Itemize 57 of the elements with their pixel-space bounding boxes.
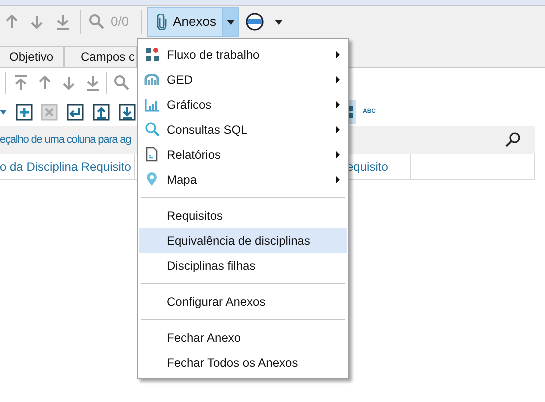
menu-item[interactable]: Gráficos	[139, 92, 347, 117]
menu-item[interactable]: Equivalência de disciplinas	[139, 228, 347, 253]
menu-item-label: Gráficos	[166, 96, 213, 114]
menu-item[interactable]: Fechar Todos os Anexos	[139, 350, 347, 375]
move-last-icon[interactable]	[86, 75, 100, 91]
record-counter: 0/0	[111, 13, 130, 32]
menu-item[interactable]: Fechar Anexo	[139, 325, 347, 350]
menu-item-label: Mapa	[166, 172, 198, 188]
submenu-arrow-icon	[336, 50, 340, 58]
move-first-icon[interactable]	[14, 75, 28, 91]
dropdown-button[interactable]	[222, 7, 240, 37]
menu-item[interactable]: Disciplinas filhas	[139, 253, 347, 278]
caret-icon	[226, 20, 235, 24]
menu-item-label: Fluxo de trabalho	[166, 46, 261, 64]
menu-item-label: Equivalência de disciplinas	[166, 232, 312, 250]
move-up-icon[interactable]	[39, 76, 51, 90]
submenu-arrow-icon	[336, 176, 340, 184]
menu-item[interactable]: Fluxo de trabalho	[139, 42, 347, 67]
download-icon[interactable]	[119, 104, 136, 120]
paperclip-icon	[157, 14, 168, 30]
menu-item[interactable]: GED	[139, 67, 347, 92]
tab[interactable]: Campos c	[64, 46, 137, 67]
menu-item-label: Consultas SQL	[166, 122, 249, 138]
menu-item[interactable]: Configurar Anexos	[139, 289, 347, 314]
enter-icon[interactable]	[67, 104, 84, 120]
add-icon[interactable]	[16, 104, 33, 120]
move-last-icon[interactable]	[56, 14, 70, 30]
workflow-icon	[144, 47, 160, 62]
network-icon	[144, 74, 160, 86]
attachments-button[interactable]: Anexos	[147, 7, 222, 37]
tab[interactable]: Objetivo	[0, 46, 64, 67]
menu-item-label: Fechar Todos os Anexos	[166, 354, 300, 372]
menu-item[interactable]: Requisitos	[139, 203, 347, 228]
map-pin-icon	[146, 172, 158, 187]
group-panel-hint: eçalho de uma coluna para ag	[0, 132, 132, 148]
document-icon	[146, 147, 158, 162]
search-icon[interactable]	[505, 132, 521, 148]
menu-item-label: GED	[166, 72, 194, 88]
menu-item-label: Configurar Anexos	[166, 294, 267, 310]
search-icon	[144, 122, 160, 137]
caret-icon[interactable]	[275, 20, 284, 24]
column-header[interactable]: o da Disciplina Requisito	[0, 154, 135, 179]
menu-item[interactable]: Consultas SQL	[139, 117, 347, 142]
submenu-arrow-icon	[336, 150, 340, 158]
submenu-arrow-icon	[336, 76, 340, 84]
move-up-icon[interactable]	[6, 15, 18, 29]
menu-item-label: Disciplinas filhas	[166, 258, 257, 274]
menu-item-label: Relatórios	[166, 146, 222, 164]
submenu-arrow-icon	[336, 126, 340, 134]
move-down-icon[interactable]	[63, 76, 75, 90]
upload-icon[interactable]	[93, 104, 110, 120]
menu-item-label: Requisitos	[166, 208, 224, 224]
bar-chart-icon	[144, 98, 160, 112]
submenu-arrow-icon	[336, 100, 340, 108]
menu-item-label: Fechar Anexo	[166, 330, 242, 346]
move-down-icon[interactable]	[31, 15, 43, 29]
disk-icon[interactable]	[246, 13, 264, 31]
